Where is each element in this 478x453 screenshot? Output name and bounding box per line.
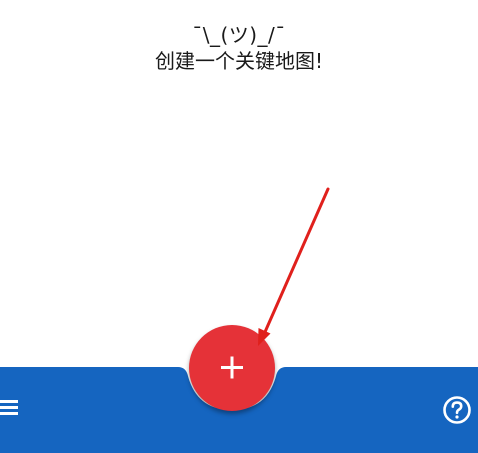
hamburger-menu-icon: [0, 400, 18, 415]
app-screen: ¯\_(ツ)_/¯ 创建一个关键地图!: [0, 0, 478, 453]
empty-state-message: 创建一个关键地图!: [154, 49, 324, 73]
empty-state: ¯\_(ツ)_/¯ 创建一个关键地图!: [0, 22, 478, 74]
add-map-fab-button[interactable]: [189, 325, 275, 411]
help-button[interactable]: [441, 394, 473, 426]
help-circle-icon: [443, 396, 471, 424]
plus-icon: [221, 356, 243, 379]
menu-button[interactable]: [0, 394, 22, 420]
shrug-emoticon: ¯\_(ツ)_/¯: [192, 23, 286, 47]
